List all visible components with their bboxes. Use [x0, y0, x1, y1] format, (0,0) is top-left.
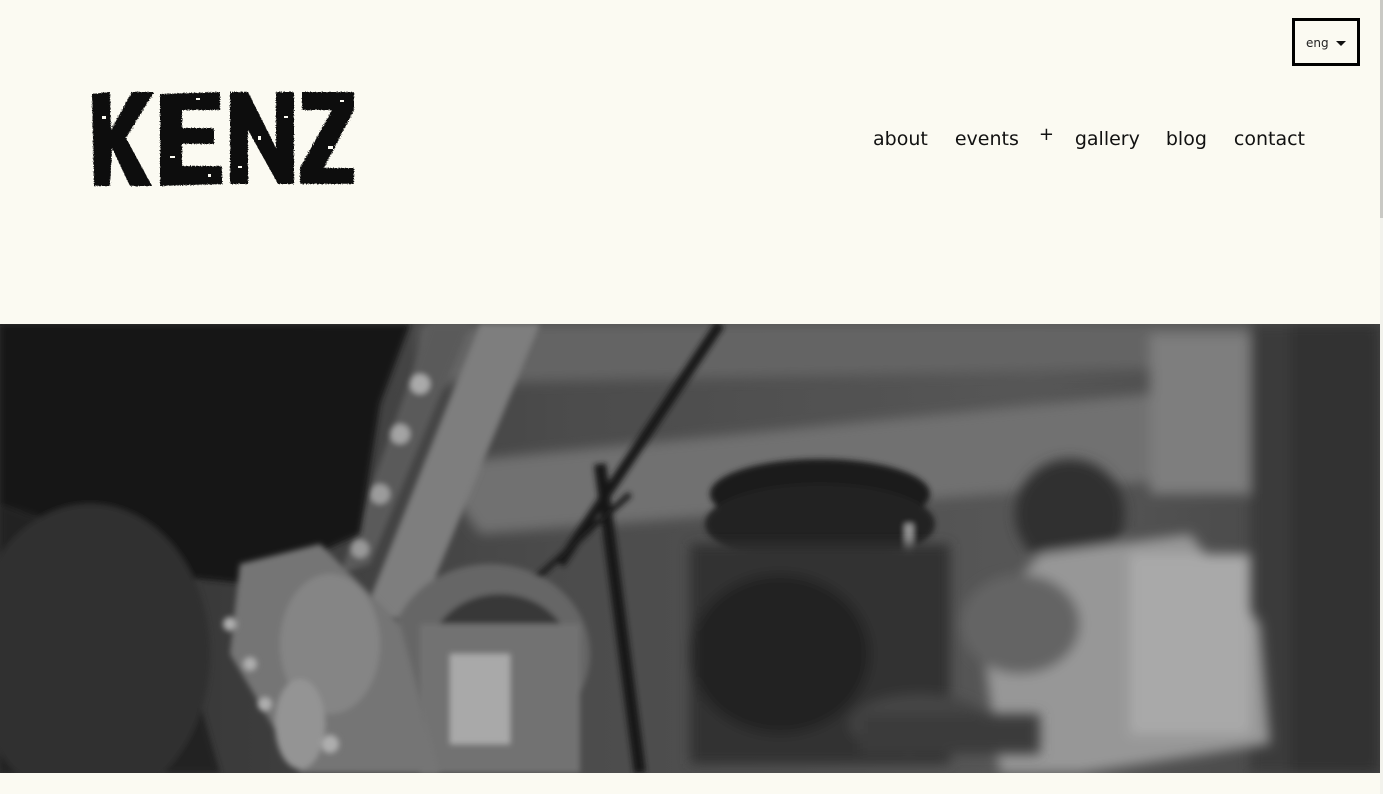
caret-down-icon [1336, 41, 1346, 46]
page: eng about events + gallery blog contact [0, 0, 1380, 794]
logo-graphic [92, 92, 354, 186]
nav-events[interactable]: events [955, 128, 1019, 150]
nav-contact[interactable]: contact [1234, 128, 1305, 150]
main-nav: about events + gallery blog contact [873, 124, 1305, 154]
site-logo[interactable] [88, 86, 358, 192]
events-expand-button[interactable]: + [1039, 124, 1054, 145]
language-select[interactable]: eng [1292, 18, 1360, 66]
nav-about[interactable]: about [873, 128, 928, 150]
nav-gallery[interactable]: gallery [1075, 128, 1140, 150]
hero-image [0, 324, 1380, 773]
nav-blog[interactable]: blog [1166, 128, 1207, 150]
language-value: eng [1306, 36, 1329, 50]
band-photo [0, 324, 1380, 773]
